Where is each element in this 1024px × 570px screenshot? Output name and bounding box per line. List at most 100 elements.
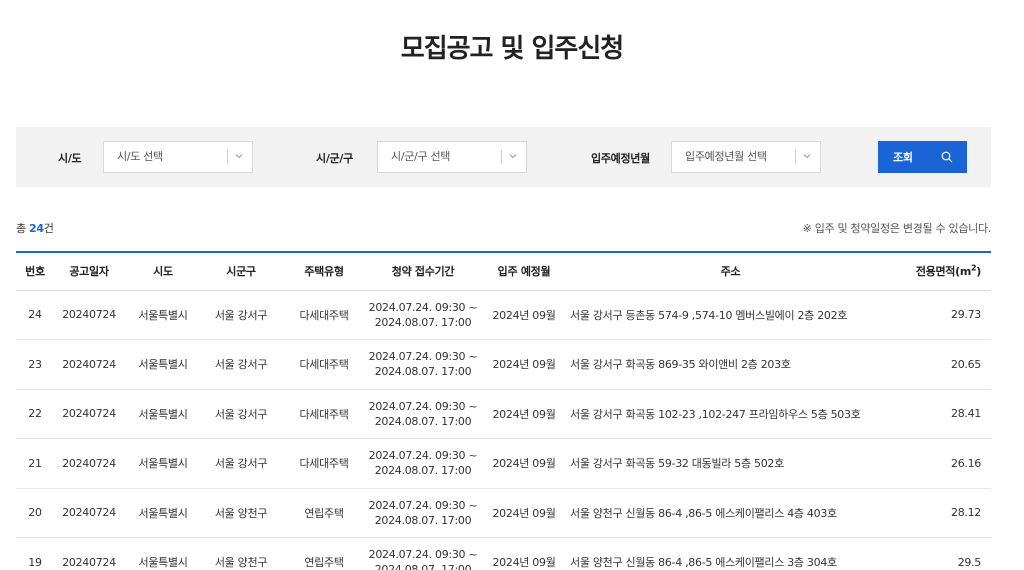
period-end: 2024.08.07. 17:00: [374, 365, 472, 379]
period-start: 2024.07.24. 09:30 ~: [368, 449, 478, 463]
chevron-down-icon: [803, 154, 811, 159]
cell-date: 20240724: [54, 537, 124, 570]
cell-sido: 서울특별시: [124, 339, 202, 390]
cell-sido: 서울특별시: [124, 290, 202, 340]
select-divider: [795, 150, 796, 164]
period-end: 2024.08.07. 17:00: [374, 563, 472, 570]
table-row[interactable]: 21 20240724 서울특별시 서울 강서구 다세대주택 2024.07.24. 09…: [16, 438, 991, 489]
period-start: 2024.07.24. 09:30 ~: [368, 498, 478, 512]
cell-period: 2024.07.24. 09:30 ~2024.08.07. 17:00: [368, 290, 478, 340]
header-no: 번호: [16, 251, 54, 291]
cell-no: 19: [16, 537, 54, 570]
sido-label: 시/도: [58, 152, 82, 165]
cell-period: 2024.07.24. 09:30 ~2024.08.07. 17:00: [368, 537, 478, 570]
cell-sigungu: 서울 강서구: [202, 290, 280, 340]
cell-address[interactable]: 서울 양천구 신월동 86-4 ,86-5 에스케이팰리스 3층 304호: [570, 537, 891, 570]
cell-period: 2024.07.24. 09:30 ~2024.08.07. 17:00: [368, 438, 478, 489]
cell-date: 20240724: [54, 488, 124, 538]
table-row[interactable]: 24 20240724 서울특별시 서울 강서구 다세대주택 2024.07.24. 09…: [16, 290, 991, 340]
cell-move: 2024년 09월: [478, 389, 570, 439]
header-period: 청약 접수기간: [368, 251, 478, 291]
select-divider: [501, 150, 502, 164]
sigungu-label: 시/군/구: [316, 152, 353, 165]
cell-address[interactable]: 서울 양천구 신월동 86-4 ,86-5 에스케이팰리스 4층 403호: [570, 488, 891, 538]
cell-period: 2024.07.24. 09:30 ~2024.08.07. 17:00: [368, 488, 478, 538]
sigungu-select-value: 시/군/구 선택: [391, 150, 451, 163]
table-row[interactable]: 20 20240724 서울특별시 서울 양천구 연립주택 2024.07.24. 09:…: [16, 488, 991, 538]
header-move: 입주 예정월: [478, 251, 570, 291]
cell-area: 28.41: [891, 389, 991, 439]
table-header-row: 번호 공고일자 시도 시군구 주택유형 청약 접수기간 입주 예정월 주소 전용…: [16, 251, 991, 291]
cell-sido: 서울특별시: [124, 389, 202, 439]
cell-area: 29.5: [891, 537, 991, 570]
header-area-close: ): [976, 265, 981, 279]
cell-type: 연립주택: [280, 537, 368, 570]
cell-address[interactable]: 서울 강서구 화곡동 869-35 와이앤비 2층 203호: [570, 339, 891, 390]
header-type: 주택유형: [280, 251, 368, 291]
cell-no: 22: [16, 389, 54, 439]
move-date-select[interactable]: 입주예정년월 선택: [671, 141, 821, 173]
sido-select[interactable]: 시/도 선택: [103, 141, 253, 173]
cell-sido: 서울특별시: [124, 488, 202, 538]
cell-period: 2024.07.24. 09:30 ~2024.08.07. 17:00: [368, 339, 478, 390]
header-area: 전용면적(m2): [891, 251, 991, 291]
total-count: 총 24건: [16, 220, 54, 236]
table-row[interactable]: 23 20240724 서울특별시 서울 강서구 다세대주택 2024.07.24. 09…: [16, 339, 991, 390]
period-end: 2024.08.07. 17:00: [374, 414, 472, 428]
period-start: 2024.07.24. 09:30 ~: [368, 350, 478, 364]
cell-address[interactable]: 서울 강서구 화곡동 102-23 ,102-247 프라임하우스 5층 503…: [570, 389, 891, 439]
cell-move: 2024년 09월: [478, 290, 570, 340]
cell-date: 20240724: [54, 339, 124, 390]
header-area-text: 전용면적(m: [915, 265, 971, 279]
search-button[interactable]: 조회: [878, 141, 967, 173]
cell-move: 2024년 09월: [478, 339, 570, 390]
filter-bar: 시/도 시/도 선택 시/군/구 시/군/구 선택 입주예정년월 입주예정년월 …: [16, 127, 991, 187]
period-end: 2024.08.07. 17:00: [374, 464, 472, 478]
period-start: 2024.07.24. 09:30 ~: [368, 300, 478, 314]
sigungu-select[interactable]: 시/군/구 선택: [377, 141, 527, 173]
period-end: 2024.08.07. 17:00: [374, 513, 472, 527]
header-sigungu: 시군구: [202, 251, 280, 291]
total-prefix: 총: [16, 222, 30, 235]
cell-type: 다세대주택: [280, 339, 368, 390]
chevron-down-icon: [509, 154, 517, 159]
select-divider: [227, 150, 228, 164]
cell-sigungu: 서울 양천구: [202, 488, 280, 538]
move-date-select-value: 입주예정년월 선택: [685, 150, 767, 163]
search-icon: [941, 151, 953, 163]
cell-sido: 서울특별시: [124, 438, 202, 489]
total-count-number: 24: [29, 222, 44, 235]
page: 모집공고 및 입주신청 시/도 시/도 선택 시/군/구 시/군/구 선택 입주…: [0, 0, 1024, 570]
notice-table: 번호 공고일자 시도 시군구 주택유형 청약 접수기간 입주 예정월 주소 전용…: [16, 251, 991, 570]
cell-move: 2024년 09월: [478, 488, 570, 538]
cell-no: 23: [16, 339, 54, 390]
cell-period: 2024.07.24. 09:30 ~2024.08.07. 17:00: [368, 389, 478, 439]
cell-move: 2024년 09월: [478, 438, 570, 489]
cell-sigungu: 서울 강서구: [202, 339, 280, 390]
cell-type: 다세대주택: [280, 438, 368, 489]
period-start: 2024.07.24. 09:30 ~: [368, 399, 478, 413]
cell-move: 2024년 09월: [478, 537, 570, 570]
cell-sigungu: 서울 강서구: [202, 438, 280, 489]
period-end: 2024.08.07. 17:00: [374, 315, 472, 329]
header-date: 공고일자: [54, 251, 124, 291]
cell-sido: 서울특별시: [124, 537, 202, 570]
cell-type: 다세대주택: [280, 290, 368, 340]
cell-sigungu: 서울 양천구: [202, 537, 280, 570]
cell-type: 연립주택: [280, 488, 368, 538]
table-row[interactable]: 19 20240724 서울특별시 서울 양천구 연립주택 2024.07.24. 09:…: [16, 537, 991, 570]
cell-area: 29.73: [891, 290, 991, 340]
table-row[interactable]: 22 20240724 서울특별시 서울 강서구 다세대주택 2024.07.24. 09…: [16, 389, 991, 439]
cell-address[interactable]: 서울 강서구 화곡동 59-32 대동빌라 5층 502호: [570, 438, 891, 489]
cell-address[interactable]: 서울 강서구 등촌동 574-9 ,574-10 멤버스빌에이 2층 202호: [570, 290, 891, 340]
schedule-notice: ※ 입주 및 청약일정은 변경될 수 있습니다.: [802, 222, 992, 235]
move-date-label: 입주예정년월: [591, 152, 650, 165]
cell-date: 20240724: [54, 389, 124, 439]
cell-no: 24: [16, 290, 54, 340]
header-sido: 시도: [124, 251, 202, 291]
cell-date: 20240724: [54, 290, 124, 340]
cell-area: 28.12: [891, 488, 991, 538]
search-button-label: 조회: [893, 151, 913, 164]
sido-select-value: 시/도 선택: [117, 150, 163, 163]
cell-no: 21: [16, 438, 54, 489]
